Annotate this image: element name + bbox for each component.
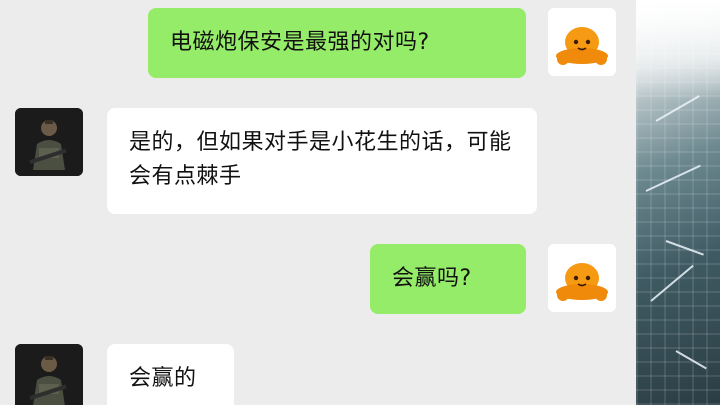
background-wallpaper	[636, 0, 720, 405]
message-text: 电磁炮保安是最强的对吗?	[170, 30, 430, 55]
contact-avatar[interactable]	[15, 344, 83, 405]
my-avatar[interactable]	[548, 244, 616, 312]
orange-octopus-avatar-icon	[556, 263, 608, 301]
background-streak	[645, 164, 701, 192]
soldier-photo-avatar-icon	[15, 108, 83, 176]
incoming-message-bubble[interactable]: 是的，但如果对手是小花生的话，可能会有点棘手	[107, 108, 537, 214]
soldier-photo-avatar-icon	[15, 344, 83, 405]
message-text: 会赢吗?	[392, 266, 472, 291]
message-text: 是的，但如果对手是小花生的话，可能会有点棘手	[129, 130, 512, 189]
outgoing-message-bubble[interactable]: 会赢吗?	[370, 244, 526, 314]
orange-octopus-avatar-icon	[556, 27, 608, 65]
background-streak	[665, 240, 704, 256]
background-streak	[650, 264, 694, 302]
outgoing-message-bubble[interactable]: 电磁炮保安是最强的对吗?	[148, 8, 526, 78]
my-avatar[interactable]	[548, 8, 616, 76]
background-streak	[675, 350, 707, 370]
contact-avatar[interactable]	[15, 108, 83, 176]
incoming-message-bubble[interactable]: 会赢的	[107, 344, 234, 405]
chat-window: 电磁炮保安是最强的对吗? 是的，但如果对手是小花生的话，可能会有点棘手 会赢吗?	[0, 0, 636, 405]
background-light-glare	[636, 0, 720, 100]
message-text: 会赢的	[129, 366, 197, 391]
